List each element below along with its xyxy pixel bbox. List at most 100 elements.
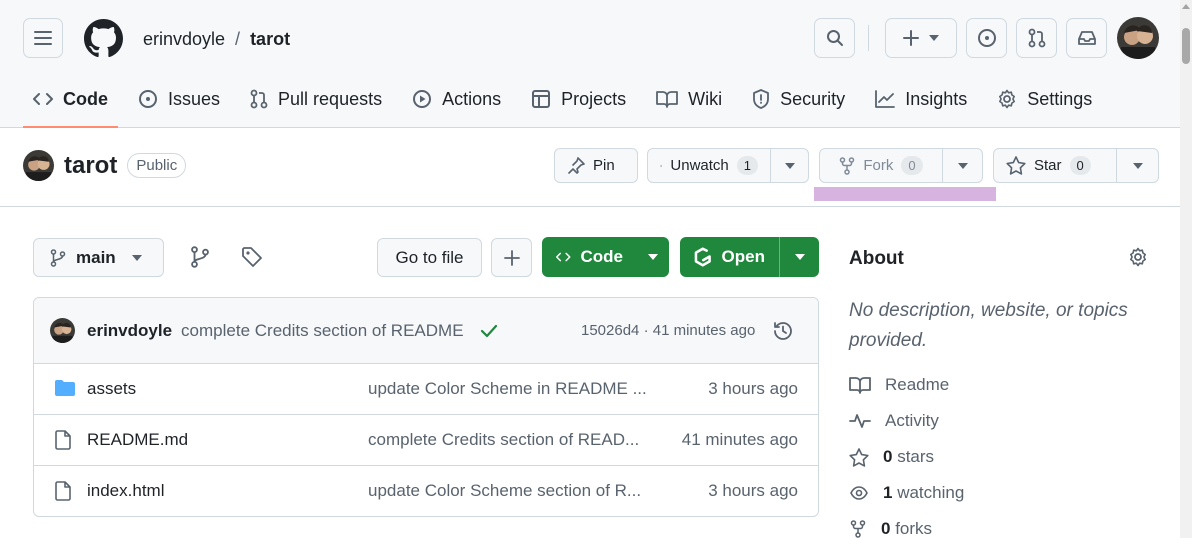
about-description: No description, website, or topics provi… xyxy=(849,300,1128,351)
go-to-file-button[interactable]: Go to file xyxy=(377,238,482,277)
code-icon xyxy=(556,252,571,262)
watch-dropdown[interactable] xyxy=(770,149,808,182)
pull-requests-button[interactable] xyxy=(1016,18,1057,58)
check-icon[interactable] xyxy=(480,324,498,338)
tab-label: Insights xyxy=(905,88,968,109)
edit-about-button[interactable] xyxy=(1128,247,1148,267)
commit-author-avatar[interactable] xyxy=(50,318,75,343)
file-icon xyxy=(55,430,71,450)
stars-link[interactable]: 0 stars xyxy=(849,447,934,467)
fork-dropdown[interactable] xyxy=(942,149,982,182)
tab-issues[interactable]: Issues xyxy=(128,78,230,120)
tab-label: Actions xyxy=(442,88,502,109)
issues-button[interactable] xyxy=(966,18,1007,58)
fork-label: Fork xyxy=(863,157,894,174)
tab-code[interactable]: Code xyxy=(23,78,118,128)
search-icon xyxy=(826,30,843,46)
pin-button[interactable]: Pin xyxy=(554,148,638,183)
owner-avatar[interactable] xyxy=(23,150,54,181)
pulse-icon xyxy=(849,414,871,428)
file-row[interactable]: index.html update Color Scheme section o… xyxy=(34,466,818,516)
branch-select[interactable]: main xyxy=(33,238,164,277)
watching-label: watching xyxy=(897,483,965,502)
open-button-label: Open xyxy=(721,247,765,266)
fork-button[interactable]: Fork 0 xyxy=(819,148,983,183)
fork-icon xyxy=(840,156,855,175)
file-commit-message[interactable]: complete Credits section of READ... xyxy=(368,430,639,450)
watching-link[interactable]: 1 watching xyxy=(849,483,964,503)
scrollbar-thumb[interactable] xyxy=(1182,28,1190,64)
visibility-badge: Public xyxy=(127,153,187,178)
scrollbar[interactable] xyxy=(1180,0,1192,538)
tab-settings[interactable]: Settings xyxy=(987,78,1102,120)
star-button[interactable]: Star 0 xyxy=(993,148,1159,183)
file-name[interactable]: assets xyxy=(87,379,136,399)
repo-name[interactable]: tarot xyxy=(64,152,117,180)
tab-label: Pull requests xyxy=(278,88,383,109)
file-table: erinvdoyle complete Credits section of R… xyxy=(33,297,819,517)
file-row[interactable]: README.md complete Credits section of RE… xyxy=(34,415,818,466)
commit-message[interactable]: complete Credits section of README xyxy=(181,321,464,341)
global-header: erinvdoyle / tarot Code Issues Pull requ… xyxy=(0,0,1180,128)
code-dropdown[interactable] xyxy=(637,237,669,277)
file-age: 3 hours ago xyxy=(708,379,798,398)
file-name[interactable]: index.html xyxy=(87,481,164,501)
watch-label: Unwatch xyxy=(670,157,729,174)
hamburger-icon xyxy=(34,31,52,45)
github-logo-icon[interactable] xyxy=(84,19,123,58)
add-file-button[interactable] xyxy=(491,238,532,277)
about-heading: About xyxy=(849,248,904,269)
open-button[interactable]: Open xyxy=(680,237,819,277)
watch-button[interactable]: Unwatch 1 xyxy=(647,148,809,183)
file-row[interactable]: assets update Color Scheme in README ...… xyxy=(34,364,818,415)
branch-icon xyxy=(50,248,66,267)
history-icon xyxy=(774,322,792,340)
branches-button[interactable] xyxy=(189,246,211,268)
file-name[interactable]: README.md xyxy=(87,430,188,450)
repo-link[interactable]: tarot xyxy=(250,29,290,50)
pin-icon xyxy=(568,156,585,174)
tab-pull-requests[interactable]: Pull requests xyxy=(240,78,392,120)
chevron-down-icon xyxy=(131,254,142,261)
tab-label: Code xyxy=(63,88,108,109)
file-commit-message[interactable]: update Color Scheme section of R... xyxy=(368,481,641,501)
commit-hash-and-time[interactable]: 15026d4 · 41 minutes ago xyxy=(581,322,755,339)
commit-history-button[interactable] xyxy=(772,320,794,342)
tab-insights[interactable]: Insights xyxy=(865,78,977,120)
play-icon xyxy=(413,90,432,108)
breadcrumb-separator: / xyxy=(235,29,241,49)
tab-projects[interactable]: Projects xyxy=(521,78,636,120)
menu-button[interactable] xyxy=(23,18,63,58)
search-button[interactable] xyxy=(814,18,855,58)
watch-count: 1 xyxy=(736,156,758,175)
open-dropdown[interactable] xyxy=(779,237,819,277)
tab-actions[interactable]: Actions xyxy=(402,78,511,120)
code-button[interactable]: Code xyxy=(542,237,669,277)
fork-icon xyxy=(850,520,866,538)
tab-wiki[interactable]: Wiki xyxy=(646,78,732,120)
pin-label: Pin xyxy=(593,157,615,174)
activity-link[interactable]: Activity xyxy=(849,411,939,431)
eye-icon xyxy=(660,164,663,167)
chevron-down-icon xyxy=(648,254,658,260)
repo-nav-tabs: Code Issues Pull requests Actions Projec… xyxy=(23,78,1112,128)
highlight-marker xyxy=(814,187,996,201)
user-avatar[interactable] xyxy=(1117,17,1159,59)
readme-link[interactable]: Readme xyxy=(849,375,949,395)
inbox-button[interactable] xyxy=(1066,18,1107,58)
code-button-label: Code xyxy=(580,247,624,266)
tab-label: Issues xyxy=(168,88,221,109)
plus-icon xyxy=(903,30,919,46)
tab-security[interactable]: Security xyxy=(742,78,855,120)
tags-button[interactable] xyxy=(241,246,263,268)
owner-link[interactable]: erinvdoyle xyxy=(143,29,225,50)
create-new-button[interactable] xyxy=(885,18,957,58)
branch-icon xyxy=(191,246,209,268)
scroll-up-arrow-icon[interactable] xyxy=(1182,4,1190,9)
file-commit-message[interactable]: update Color Scheme in README ... xyxy=(368,379,647,399)
forks-link[interactable]: 0 forks xyxy=(849,519,932,538)
commit-author[interactable]: erinvdoyle xyxy=(87,321,172,341)
eye-icon xyxy=(850,486,868,500)
chevron-down-icon xyxy=(957,162,968,169)
star-dropdown[interactable] xyxy=(1116,149,1158,182)
